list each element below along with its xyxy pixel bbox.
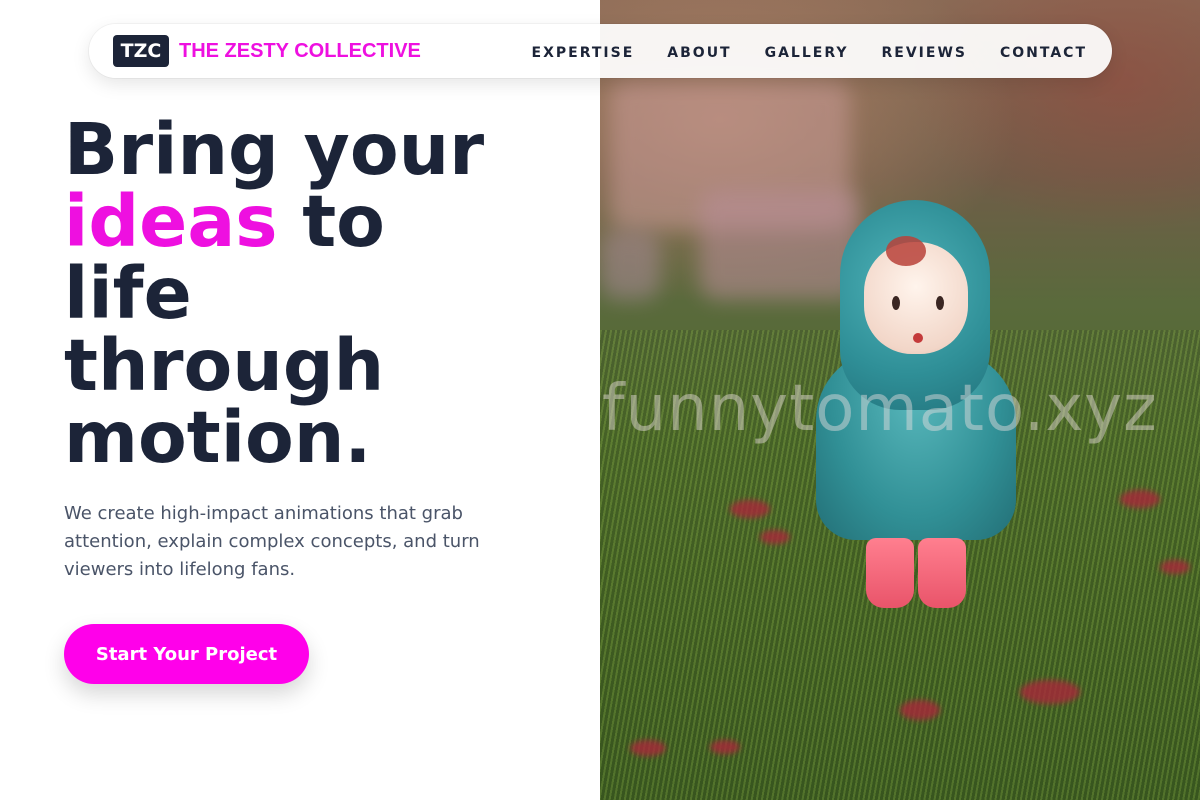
brand-logo-link[interactable]: TZC THE ZESTY COLLECTIVE	[113, 35, 421, 67]
red-petal	[1160, 560, 1190, 574]
nav-link-about[interactable]: ABOUT	[667, 45, 731, 61]
red-petal	[900, 700, 940, 720]
hero-title-line-1: Bring your	[64, 108, 485, 191]
hero-title-word: to	[302, 180, 385, 263]
figurine-hair	[886, 236, 926, 266]
figurine-leg	[866, 538, 914, 608]
red-petal	[1020, 680, 1080, 704]
figurine-eye	[936, 296, 944, 310]
hero-title-line-4: through	[64, 324, 385, 407]
nav-link-contact[interactable]: CONTACT	[1000, 45, 1087, 61]
nav-link-reviews[interactable]: REVIEWS	[882, 45, 967, 61]
start-project-button[interactable]: Start Your Project	[64, 624, 309, 684]
red-petal	[710, 740, 740, 754]
hero-title-line-5: motion.	[64, 396, 372, 479]
navbar: TZC THE ZESTY COLLECTIVE EXPERTISE ABOUT…	[89, 24, 1112, 78]
hero-title: Bring your ideas to life through motion.	[64, 114, 584, 474]
nav-menu: EXPERTISE ABOUT GALLERY REVIEWS CONTACT	[532, 42, 1087, 61]
background-bokeh	[600, 230, 660, 300]
figurine-eye	[892, 296, 900, 310]
brand-name: THE ZESTY COLLECTIVE	[179, 39, 421, 62]
watermark: funnytomato.xyz	[602, 372, 1158, 446]
hero-description: We create high-impact animations that gr…	[64, 503, 480, 580]
figurine-leg	[918, 538, 966, 608]
red-petal	[760, 530, 790, 544]
hero-title-line-3: life	[64, 252, 192, 335]
red-petal	[1120, 490, 1160, 508]
hero-title-line-2: ideas to	[64, 186, 584, 258]
figurine-mouth	[913, 333, 923, 343]
red-petal	[630, 740, 666, 756]
nav-link-expertise[interactable]: EXPERTISE	[532, 45, 635, 61]
red-petal	[730, 500, 770, 518]
brand-badge: TZC	[113, 35, 169, 67]
nav-link-gallery[interactable]: GALLERY	[765, 45, 849, 61]
hero-title-accent: ideas	[64, 180, 278, 263]
